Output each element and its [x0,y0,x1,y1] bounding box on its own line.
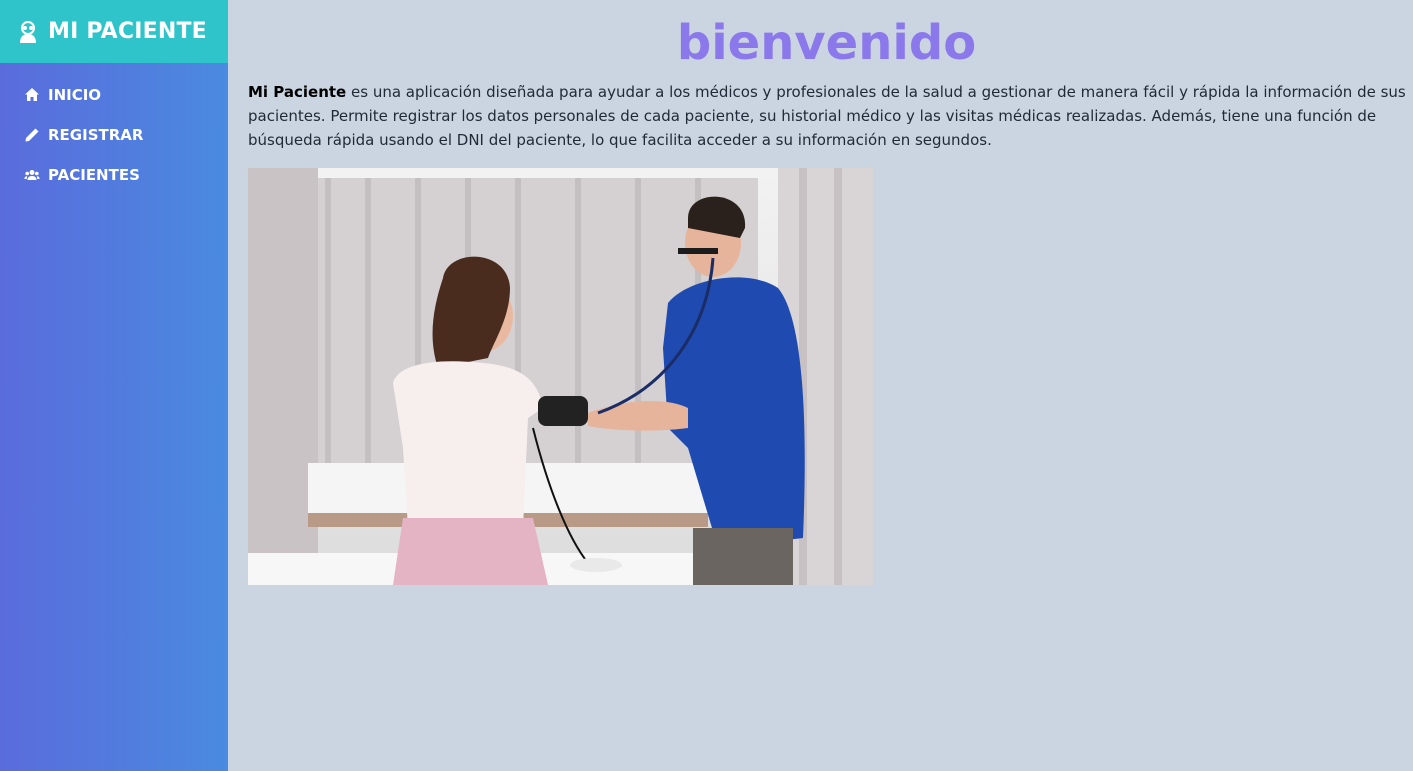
sidebar: MI PACIENTE INICIO REGISTRAR PACIENTES [0,0,228,771]
brand-name: MI PACIENTE [48,19,207,44]
nav-item-label: REGISTRAR [48,126,144,144]
nav-item-registrar[interactable]: REGISTRAR [0,115,228,155]
intro-paragraph: Mi Paciente es una aplicación diseñada p… [248,80,1408,152]
intro-text: es una aplicación diseñada para ayudar a… [248,83,1406,149]
sidebar-nav: INICIO REGISTRAR PACIENTES [0,63,228,195]
intro-app-name: Mi Paciente [248,83,347,101]
doctor-patient-photo [248,168,873,585]
nav-item-label: PACIENTES [48,166,140,184]
nav-item-label: INICIO [48,86,102,104]
users-icon [24,170,40,180]
doctor-icon [20,20,36,43]
page-title: bienvenido [676,15,977,71]
main-content: bienvenido Mi Paciente es una aplicación… [248,0,1408,585]
nav-item-pacientes[interactable]: PACIENTES [0,155,228,195]
nav-item-inicio[interactable]: INICIO [0,75,228,115]
brand-header[interactable]: MI PACIENTE [0,0,228,63]
home-icon [25,88,39,101]
pencil-icon [25,128,39,142]
